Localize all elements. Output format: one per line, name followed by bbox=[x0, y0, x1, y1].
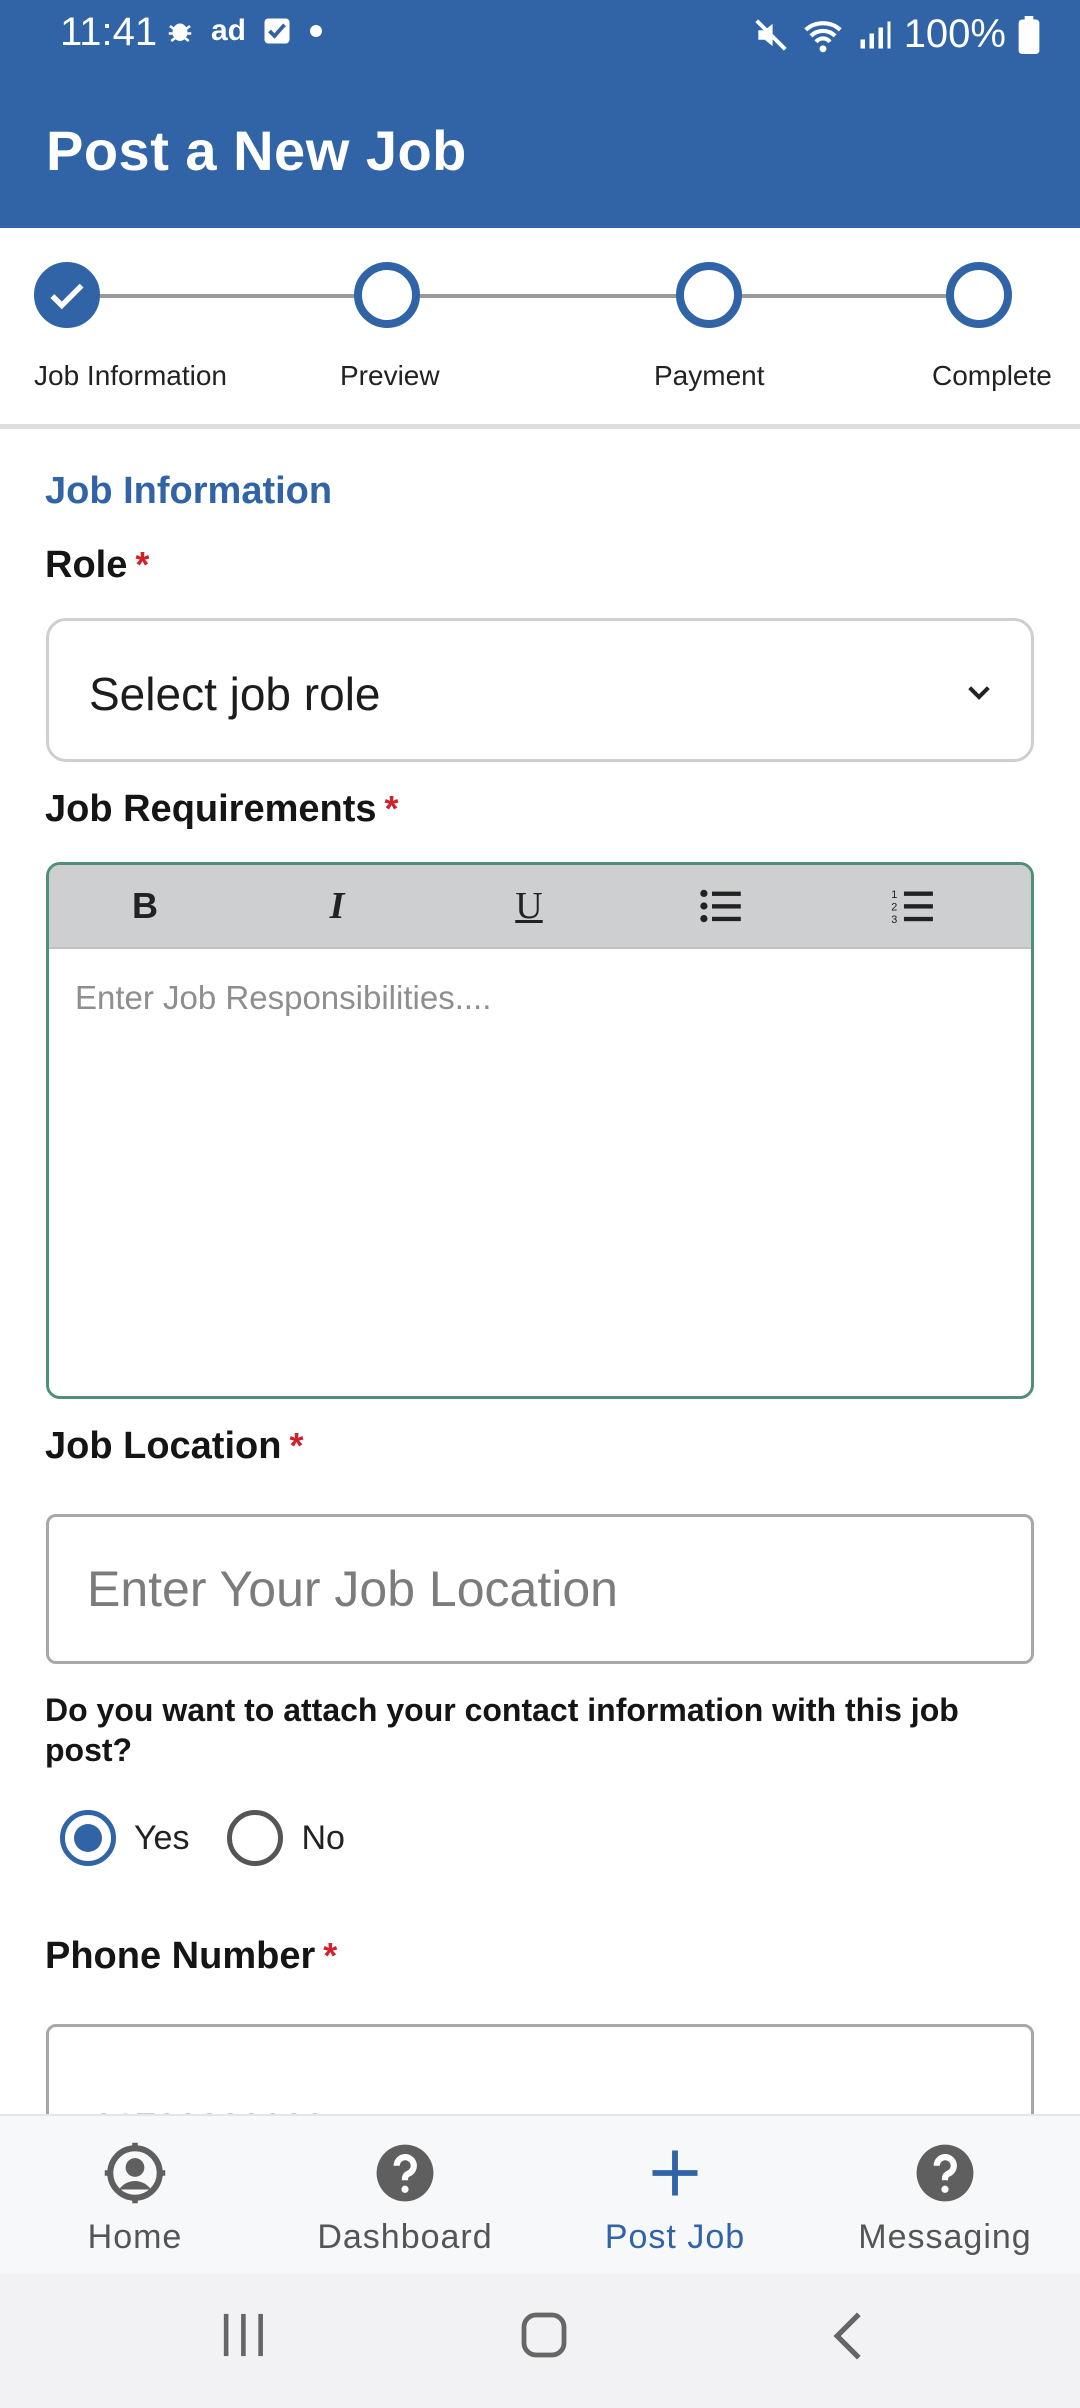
phone-label-text: Phone Number bbox=[45, 1935, 316, 1977]
checkbox-icon bbox=[264, 18, 290, 44]
step-connector bbox=[100, 294, 360, 298]
radio-button-unchecked[interactable] bbox=[227, 1810, 284, 1866]
location-label-text: Job Location bbox=[45, 1425, 282, 1467]
step-pending-indicator bbox=[946, 262, 1012, 328]
notification-icons: ad bbox=[165, 14, 324, 48]
bug-icon bbox=[168, 23, 192, 42]
nav-messaging[interactable]: Messaging bbox=[810, 2116, 1080, 2274]
svg-text:1: 1 bbox=[891, 889, 897, 901]
role-select[interactable]: Select job role bbox=[46, 618, 1034, 762]
recent-apps-icon bbox=[223, 2313, 263, 2357]
bold-button[interactable]: B bbox=[49, 865, 241, 948]
back-arrow-icon bbox=[833, 2312, 861, 2360]
checkmark-icon bbox=[50, 283, 84, 310]
chevron-down-icon bbox=[968, 686, 990, 700]
required-asterisk: * bbox=[323, 1935, 338, 1976]
required-asterisk: * bbox=[384, 788, 399, 829]
bullet-list-icon bbox=[700, 889, 741, 923]
bottom-navigation: Home Dashboard Post Job Messaging bbox=[0, 2114, 1080, 2274]
svg-text:2: 2 bbox=[891, 902, 897, 914]
step-label: Job Information bbox=[34, 360, 227, 391]
system-icons: 100% bbox=[752, 12, 1040, 57]
home-square-icon bbox=[521, 2312, 567, 2358]
help-icon bbox=[914, 2142, 976, 2204]
contact-question: Do you want to attach your contact infor… bbox=[45, 1692, 959, 1768]
plus-icon bbox=[648, 2142, 702, 2204]
radio-no-label: No bbox=[301, 1818, 345, 1857]
radio-no[interactable]: No bbox=[227, 1810, 345, 1866]
nav-home[interactable]: Home bbox=[0, 2116, 270, 2274]
svg-text:3: 3 bbox=[891, 914, 897, 925]
back-button[interactable] bbox=[828, 2310, 868, 2367]
step-pending-indicator bbox=[354, 262, 420, 328]
required-asterisk: * bbox=[289, 1425, 304, 1466]
role-select-value: Select job role bbox=[89, 668, 381, 720]
editor-toolbar: B I U 123 bbox=[49, 865, 1031, 949]
numbered-list-icon: 123 bbox=[891, 889, 933, 925]
nav-post-job-label: Post Job bbox=[604, 2218, 746, 2256]
numbered-list-button[interactable]: 123 bbox=[817, 865, 1009, 948]
step-connector bbox=[740, 294, 950, 298]
home-profile-icon bbox=[100, 2142, 170, 2204]
wifi-icon bbox=[804, 20, 842, 52]
role-label-text: Role bbox=[45, 544, 128, 586]
section-title: Job Information bbox=[45, 470, 333, 512]
help-icon bbox=[374, 2142, 436, 2204]
underline-button[interactable]: U bbox=[433, 865, 625, 948]
nav-home-label: Home bbox=[87, 2218, 183, 2256]
step-connector bbox=[420, 294, 680, 298]
location-label: Job Location * bbox=[45, 1425, 303, 1468]
role-label: Role * bbox=[45, 544, 149, 587]
step-label: Payment bbox=[654, 360, 765, 391]
radio-yes-label: Yes bbox=[134, 1818, 190, 1857]
system-navigation-bar bbox=[0, 2274, 1080, 2408]
bullet-list-button[interactable] bbox=[625, 865, 817, 948]
requirements-label-text: Job Requirements bbox=[45, 788, 377, 830]
nav-messaging-label: Messaging bbox=[858, 2218, 1032, 2256]
radio-button-checked[interactable] bbox=[60, 1810, 116, 1866]
rich-text-editor: B I U 123 bbox=[46, 862, 1034, 1399]
home-button[interactable] bbox=[520, 2310, 568, 2365]
mute-icon bbox=[755, 18, 787, 51]
phone-label: Phone Number * bbox=[45, 1935, 337, 1978]
battery-icon bbox=[1018, 15, 1040, 54]
nav-dashboard-label: Dashboard bbox=[317, 2218, 493, 2256]
signal-icon bbox=[860, 21, 891, 48]
ad-indicator: ad bbox=[211, 14, 247, 47]
nav-post-job[interactable]: Post Job bbox=[540, 2116, 810, 2274]
required-asterisk: * bbox=[135, 544, 150, 585]
recent-apps-button[interactable] bbox=[220, 2310, 266, 2365]
battery-percentage: 100% bbox=[903, 12, 1006, 56]
status-bar: 11:41 ad 100% bbox=[0, 0, 1080, 70]
italic-button[interactable]: I bbox=[241, 865, 433, 948]
dot-icon bbox=[310, 25, 323, 37]
radio-yes[interactable]: Yes bbox=[60, 1810, 189, 1866]
app-header: 11:41 ad 100% Post a New Job bbox=[0, 0, 1080, 228]
requirements-label: Job Requirements * bbox=[45, 788, 399, 831]
status-time: 11:41 bbox=[60, 10, 158, 54]
page-title: Post a New Job bbox=[46, 119, 467, 182]
step-pending-indicator bbox=[676, 262, 742, 328]
location-input[interactable] bbox=[46, 1514, 1034, 1664]
progress-stepper: Job Information Preview Payment Complete bbox=[0, 228, 1080, 428]
contact-radio-group: Yes No bbox=[60, 1810, 383, 1866]
nav-dashboard[interactable]: Dashboard bbox=[270, 2116, 540, 2274]
step-complete-indicator bbox=[34, 262, 100, 328]
requirements-textarea[interactable] bbox=[49, 949, 1031, 1396]
step-label: Complete bbox=[932, 360, 1052, 391]
step-label: Preview bbox=[340, 360, 440, 391]
divider bbox=[0, 424, 1080, 429]
